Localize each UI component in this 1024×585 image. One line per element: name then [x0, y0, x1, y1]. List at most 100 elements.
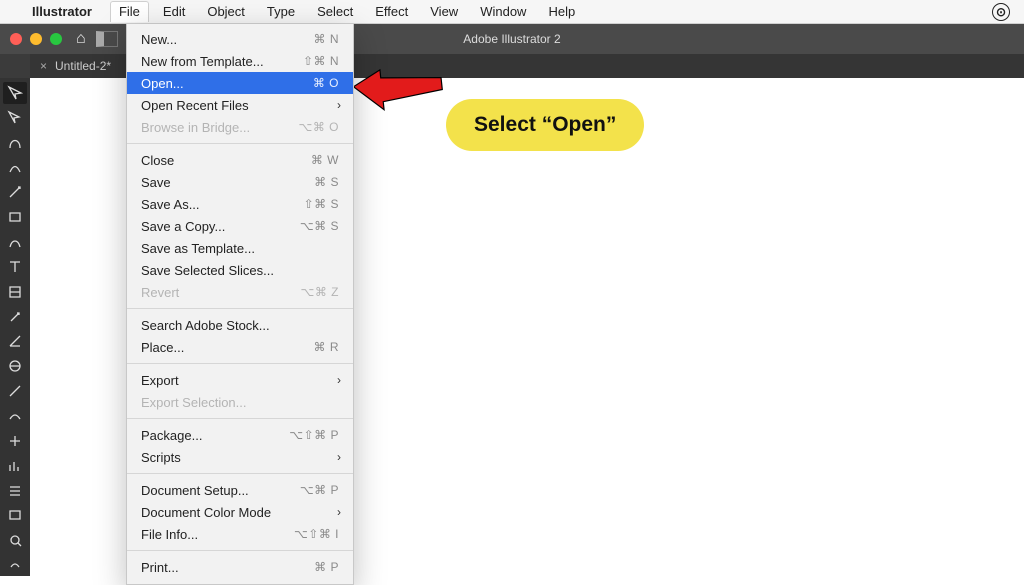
- tool-pen[interactable]: [3, 132, 27, 154]
- tool-rectangle[interactable]: [3, 206, 27, 228]
- workspace-switcher-icon[interactable]: [96, 31, 118, 47]
- menu-separator: [127, 143, 353, 144]
- tool-image-trace[interactable]: [3, 355, 27, 377]
- window-controls: [10, 33, 62, 45]
- close-tab-icon[interactable]: ×: [40, 59, 47, 73]
- menu-item-label: Revert: [141, 285, 301, 300]
- home-icon[interactable]: ⌂: [76, 30, 86, 48]
- tool-type[interactable]: [3, 256, 27, 278]
- document-tab[interactable]: × Untitled-2*: [40, 59, 111, 73]
- menu-item-close[interactable]: Close⌘ W: [127, 149, 353, 171]
- menu-item-open[interactable]: Open...⌘ O: [127, 72, 353, 94]
- menu-item-package[interactable]: Package...⌥⇧⌘ P: [127, 424, 353, 446]
- menu-window[interactable]: Window: [480, 4, 526, 19]
- menu-item-label: File Info...: [141, 527, 294, 542]
- annotation-arrow-icon: [354, 64, 444, 114]
- menu-item-save[interactable]: Save⌘ S: [127, 171, 353, 193]
- tool-curvature[interactable]: [3, 157, 27, 179]
- menu-item-label: Browse in Bridge...: [141, 120, 299, 135]
- tool-paintbrush[interactable]: [3, 231, 27, 253]
- menu-help[interactable]: Help: [548, 4, 575, 19]
- menu-item-save-as[interactable]: Save As...⇧⌘ S: [127, 193, 353, 215]
- tool-eyedropper[interactable]: [3, 181, 27, 203]
- menu-item-label: New from Template...: [141, 54, 303, 69]
- menu-item-revert: Revert⌥⌘ Z: [127, 281, 353, 303]
- menu-item-shortcut: ⌘ P: [314, 560, 339, 574]
- app-name[interactable]: Illustrator: [32, 4, 92, 19]
- submenu-chevron-icon: ›: [337, 98, 341, 112]
- zoom-window-button[interactable]: [50, 33, 62, 45]
- file-menu-dropdown: New...⌘ NNew from Template...⇧⌘ NOpen...…: [126, 24, 354, 585]
- menu-view[interactable]: View: [430, 4, 458, 19]
- menu-item-place[interactable]: Place...⌘ R: [127, 336, 353, 358]
- tool-zoom[interactable]: [3, 529, 27, 551]
- menu-item-label: Search Adobe Stock...: [141, 318, 339, 333]
- menu-item-label: Open Recent Files: [141, 98, 339, 113]
- menu-item-label: Print...: [141, 560, 314, 575]
- menu-item-label: Open...: [141, 76, 313, 91]
- menu-item-export[interactable]: Export›: [127, 369, 353, 391]
- tool-shape-builder[interactable]: [3, 504, 27, 526]
- menu-item-new[interactable]: New...⌘ N: [127, 28, 353, 50]
- menu-item-save-as-template[interactable]: Save as Template...: [127, 237, 353, 259]
- menu-item-shortcut: ⌥⇧⌘ I: [294, 527, 339, 541]
- tool-direct-selection[interactable]: [3, 107, 27, 129]
- tool-slicer[interactable]: [3, 480, 27, 502]
- menu-item-shortcut: ⌘ S: [314, 175, 339, 189]
- tool-selection[interactable]: [3, 82, 27, 104]
- menu-item-label: Scripts: [141, 450, 339, 465]
- tool-eraser[interactable]: [3, 306, 27, 328]
- menu-item-shortcut: ⌥⌘ S: [300, 219, 339, 233]
- menu-item-save-selected-slices[interactable]: Save Selected Slices...: [127, 259, 353, 281]
- tool-graph[interactable]: [3, 455, 27, 477]
- menu-item-open-recent-files[interactable]: Open Recent Files›: [127, 94, 353, 116]
- menu-item-label: Save Selected Slices...: [141, 263, 339, 278]
- menu-item-shortcut: ⌘ O: [313, 76, 339, 90]
- menu-item-shortcut: ⌘ R: [314, 340, 340, 354]
- menu-item-label: New...: [141, 32, 314, 47]
- mac-menubar: Illustrator File Edit Object Type Select Effe…: [0, 0, 1024, 24]
- menu-select[interactable]: Select: [317, 4, 353, 19]
- menu-item-label: Package...: [141, 428, 289, 443]
- menu-item-label: Document Color Mode: [141, 505, 339, 520]
- menu-item-search-adobe-stock[interactable]: Search Adobe Stock...: [127, 314, 353, 336]
- menu-item-shortcut: ⌥⌘ Z: [301, 285, 340, 299]
- menu-object[interactable]: Object: [207, 4, 245, 19]
- menu-separator: [127, 308, 353, 309]
- creative-cloud-icon[interactable]: ⊙: [992, 3, 1010, 21]
- menu-file[interactable]: File: [110, 1, 149, 22]
- menu-type[interactable]: Type: [267, 4, 295, 19]
- menu-separator: [127, 418, 353, 419]
- menu-item-shortcut: ⌘ N: [314, 32, 340, 46]
- menu-item-label: Save As...: [141, 197, 304, 212]
- tool-blend[interactable]: [3, 405, 27, 427]
- menu-item-label: Document Setup...: [141, 483, 300, 498]
- submenu-chevron-icon: ›: [337, 373, 341, 387]
- menu-item-document-color-mode[interactable]: Document Color Mode›: [127, 501, 353, 523]
- menu-item-document-setup[interactable]: Document Setup...⌥⌘ P: [127, 479, 353, 501]
- minimize-window-button[interactable]: [30, 33, 42, 45]
- tool-gradient[interactable]: [3, 330, 27, 352]
- tool-symbol-sprayer[interactable]: [3, 430, 27, 452]
- menu-item-new-from-template[interactable]: New from Template...⇧⌘ N: [127, 50, 353, 72]
- menu-item-shortcut: ⌘ W: [311, 153, 339, 167]
- menu-edit[interactable]: Edit: [163, 4, 185, 19]
- menu-effect[interactable]: Effect: [375, 4, 408, 19]
- submenu-chevron-icon: ›: [337, 450, 341, 464]
- menu-item-print[interactable]: Print...⌘ P: [127, 556, 353, 578]
- menu-separator: [127, 473, 353, 474]
- tool-color-picker[interactable]: [3, 380, 27, 402]
- menu-item-label: Save: [141, 175, 314, 190]
- menu-item-shortcut: ⌥⌘ O: [299, 120, 340, 134]
- menu-item-save-a-copy[interactable]: Save a Copy...⌥⌘ S: [127, 215, 353, 237]
- annotation-callout: Select “Open”: [446, 99, 644, 151]
- menu-item-scripts[interactable]: Scripts›: [127, 446, 353, 468]
- close-window-button[interactable]: [10, 33, 22, 45]
- tool-hand[interactable]: [3, 554, 27, 576]
- tool-artboard[interactable]: [3, 281, 27, 303]
- menu-item-file-info[interactable]: File Info...⌥⇧⌘ I: [127, 523, 353, 545]
- menu-item-label: Export: [141, 373, 339, 388]
- submenu-chevron-icon: ›: [337, 505, 341, 519]
- menu-item-browse-in-bridge: Browse in Bridge...⌥⌘ O: [127, 116, 353, 138]
- menu-item-label: Place...: [141, 340, 314, 355]
